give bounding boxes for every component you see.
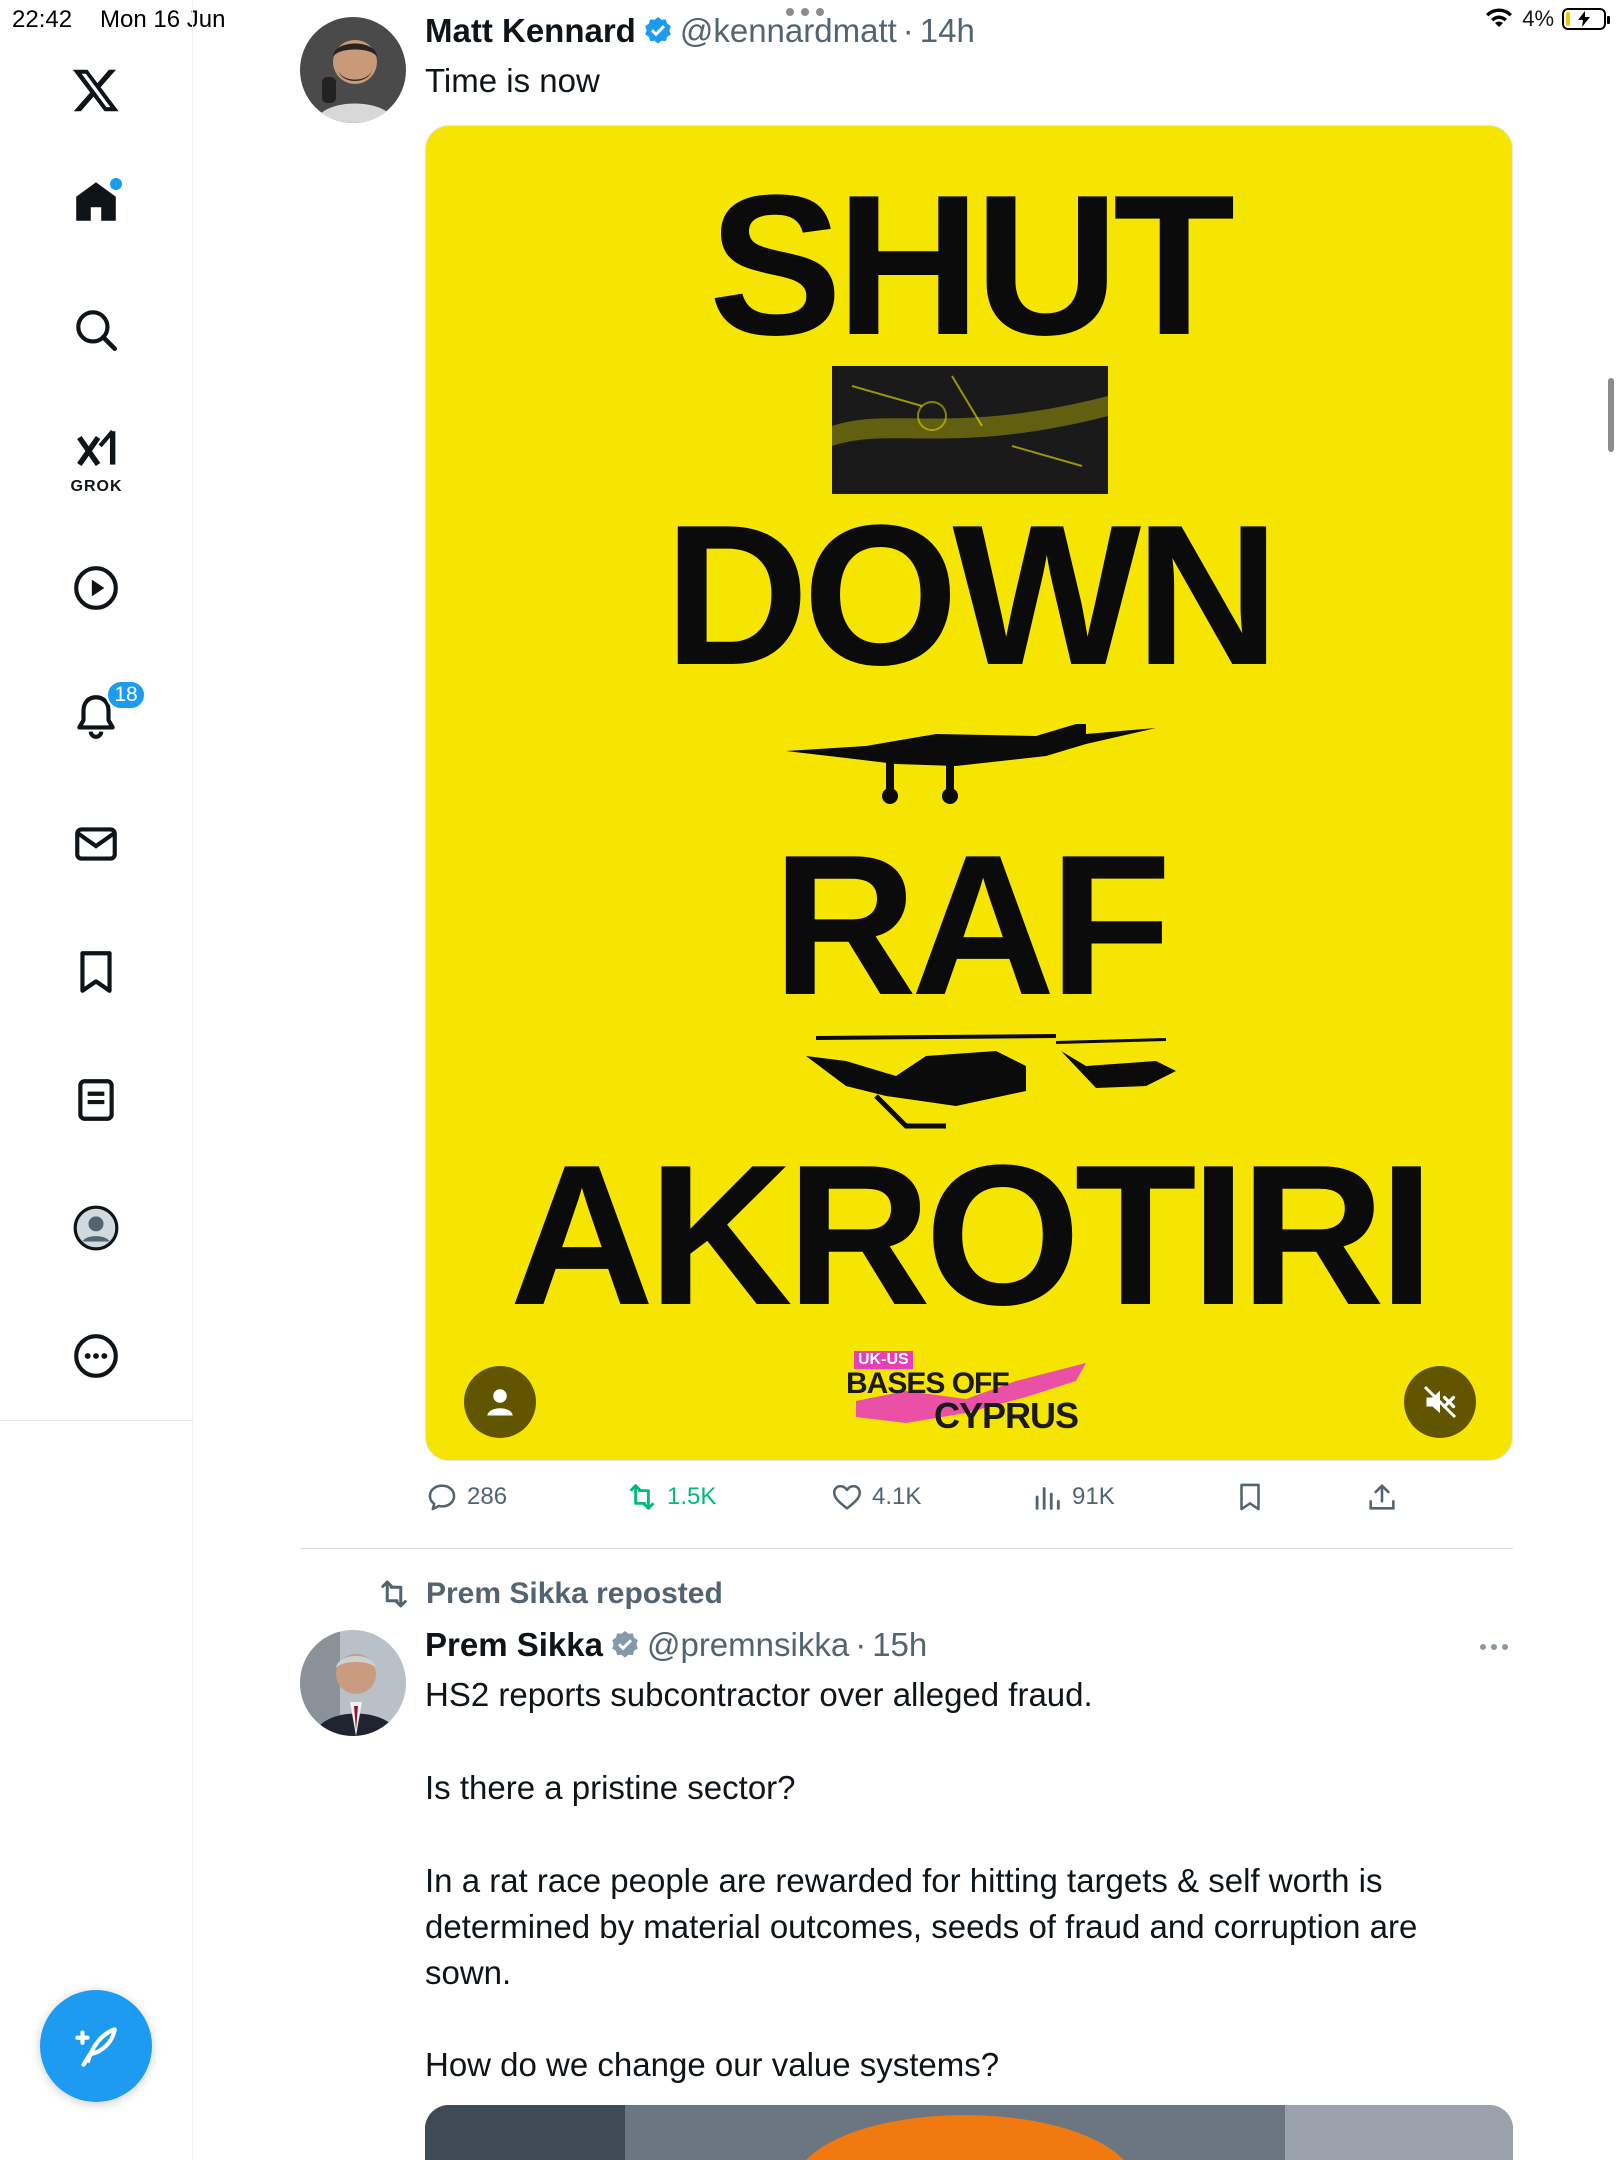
logo-bottom-text: CYPRUS bbox=[934, 1395, 1079, 1436]
heart-icon bbox=[832, 1484, 862, 1510]
reply-button[interactable]: 286 bbox=[425, 1480, 507, 1514]
aircraft-silhouette-icon bbox=[786, 724, 1156, 804]
tweet-paragraph: How do we change our value systems? bbox=[425, 2046, 1000, 2083]
tweet-paragraph: HS2 reports subcontractor over alleged f… bbox=[425, 1676, 1093, 1713]
tweet-text: Time is now bbox=[425, 62, 600, 99]
battery-icon bbox=[1562, 8, 1610, 30]
helicopter-silhouette-icon bbox=[806, 1034, 1176, 1129]
scroll-indicator[interactable] bbox=[1608, 378, 1614, 452]
author-handle[interactable]: @kennardmatt bbox=[680, 12, 897, 50]
sidebar-divider bbox=[0, 1420, 193, 1421]
status-indicators: 4% bbox=[1484, 6, 1610, 32]
repost-icon bbox=[629, 1484, 655, 1510]
author-handle[interactable]: @premnsikka bbox=[647, 1626, 849, 1664]
grok-icon[interactable] bbox=[66, 420, 126, 480]
repost-context[interactable]: Prem Sikka reposted bbox=[376, 1576, 723, 1612]
tweet-header: Prem Sikka @premnsikka · 15h bbox=[425, 1626, 927, 1664]
mute-button[interactable] bbox=[1404, 1366, 1476, 1438]
author-name[interactable]: Prem Sikka bbox=[425, 1626, 603, 1664]
wifi-icon bbox=[1486, 8, 1513, 27]
tweet-time[interactable]: 14h bbox=[920, 12, 975, 50]
author-name[interactable]: Matt Kennard bbox=[425, 12, 636, 50]
views-count: 91K bbox=[1072, 1483, 1115, 1510]
notifications-icon[interactable]: 18 bbox=[66, 680, 146, 746]
search-icon[interactable] bbox=[66, 300, 126, 360]
views-chart-icon bbox=[1035, 1487, 1060, 1510]
tweet-divider bbox=[300, 1548, 1513, 1549]
tweet-paragraph: Is there a pristine sector? bbox=[425, 1769, 796, 1806]
tweet-media[interactable]: SHUT DOWN RAF AKROTIRI UK-US BASES OFF C… bbox=[425, 125, 1513, 1461]
share-icon bbox=[1369, 1484, 1395, 1510]
battery-percent: 4% bbox=[1522, 6, 1554, 31]
verified-badge-icon bbox=[645, 17, 671, 44]
tweet-header: Matt Kennard @kennardmatt · 14h bbox=[425, 12, 975, 50]
tweet-actions: 286 1.5K 4.1K 91K bbox=[425, 1480, 1425, 1520]
x-logo-icon[interactable] bbox=[66, 60, 126, 120]
grok-label: GROK bbox=[70, 478, 123, 495]
home-icon[interactable] bbox=[66, 172, 126, 232]
verified-badge-icon bbox=[612, 1631, 638, 1658]
share-button[interactable] bbox=[1365, 1480, 1399, 1514]
home-unread-dot bbox=[110, 178, 122, 190]
repost-label: Prem Sikka reposted bbox=[426, 1577, 723, 1610]
avatar[interactable] bbox=[300, 1630, 406, 1736]
avatar[interactable] bbox=[300, 17, 406, 123]
compose-icon bbox=[75, 2027, 117, 2067]
profile-icon[interactable] bbox=[66, 1198, 126, 1258]
tweet-media[interactable] bbox=[425, 2105, 1513, 2160]
bookmark-icon bbox=[1240, 1483, 1260, 1511]
bases-off-cyprus-logo: UK-US BASES OFF CYPRUS bbox=[846, 1351, 1096, 1436]
media-profile-button[interactable] bbox=[464, 1366, 536, 1438]
video-icon[interactable] bbox=[66, 558, 126, 618]
poster-aerial-photo bbox=[832, 366, 1108, 494]
repost-button[interactable]: 1.5K bbox=[625, 1480, 716, 1514]
tweet-time[interactable]: 15h bbox=[872, 1626, 927, 1664]
like-button[interactable]: 4.1K bbox=[830, 1480, 921, 1514]
speaker-muted-icon bbox=[1423, 1385, 1457, 1419]
notifications-badge: 18 bbox=[106, 680, 146, 710]
compose-button[interactable] bbox=[40, 1990, 152, 2102]
person-icon bbox=[487, 1389, 513, 1416]
reply-count: 286 bbox=[467, 1483, 508, 1510]
poster-line: SHUT bbox=[708, 154, 1235, 377]
repost-count: 1.5K bbox=[667, 1483, 717, 1510]
repost-icon bbox=[381, 1580, 407, 1608]
more-options-icon[interactable] bbox=[1480, 1644, 1508, 1650]
bookmarks-icon[interactable] bbox=[66, 942, 126, 1002]
bookmark-button[interactable] bbox=[1233, 1480, 1267, 1514]
poster-line: DOWN bbox=[664, 484, 1279, 707]
reply-icon bbox=[428, 1484, 456, 1511]
poster-line: AKROTIRI bbox=[509, 1124, 1435, 1347]
more-icon[interactable] bbox=[66, 1326, 126, 1386]
sidebar: GROK 18 bbox=[0, 0, 193, 2160]
views-button[interactable]: 91K bbox=[1030, 1480, 1115, 1514]
like-count: 4.1K bbox=[872, 1483, 922, 1510]
separator: · bbox=[902, 12, 914, 49]
tweet-paragraph: In a rat race people are rewarded for hi… bbox=[425, 1862, 1418, 1991]
separator: · bbox=[855, 1626, 867, 1663]
poster-line: RAF bbox=[772, 814, 1171, 1037]
lists-icon[interactable] bbox=[66, 1070, 126, 1130]
messages-icon[interactable] bbox=[66, 814, 126, 874]
